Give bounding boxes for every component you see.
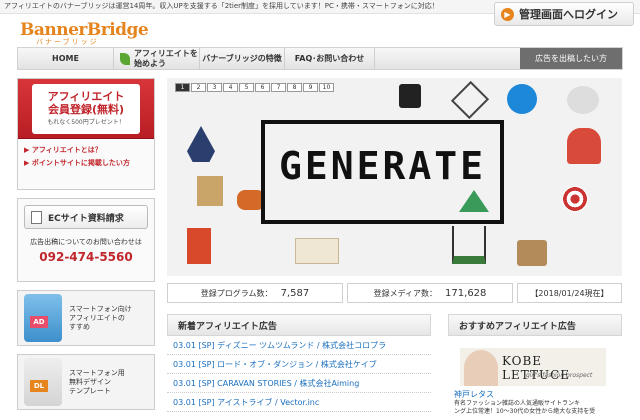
model-photo xyxy=(464,350,498,386)
product-chair-icon xyxy=(567,128,601,164)
new-ads-heading: 新着アフィリエイト広告 xyxy=(167,314,431,336)
stats-bar: 登録プログラム数： 7,587 登録メディア数： 171,628 【2018/01/… xyxy=(167,283,622,303)
new-ads-section: 新着アフィリエイト広告 03.01 [SP] ディズニー ツムツムランド / 株… xyxy=(167,314,431,412)
product-ball-icon xyxy=(567,86,599,114)
nav-faq[interactable]: FAQ･お問い合わせ xyxy=(285,48,375,69)
arrow-right-icon: ▶ xyxy=(501,7,514,21)
banner-tagline: girl's fashion prospect xyxy=(526,372,593,379)
kobe-lettuce-link[interactable]: 神戸レタス xyxy=(454,389,622,400)
signup-title-line1: アフィリエイト xyxy=(47,90,125,103)
link-what-is-affiliate-label: アフィリエイトとは？ xyxy=(31,146,102,154)
product-drawer-icon xyxy=(295,238,339,264)
ec-request-button[interactable]: ECサイト資料請求 xyxy=(24,205,148,229)
signup-box: アフィリエイト 会員登録(無料) もれなく500円プレゼント！ ▶ アフィリエイ… xyxy=(17,78,155,190)
nav-features[interactable]: バナーブリッジの特徴 xyxy=(200,48,285,69)
admin-login-label: 管理画面へログイン xyxy=(519,8,618,21)
smart-line1: スマートフォン向け xyxy=(69,304,132,313)
slide-page-5[interactable]: 5 xyxy=(239,83,254,92)
signup-subtitle: もれなく500円プレゼント！ xyxy=(47,119,125,126)
slide-page-1[interactable]: 1 xyxy=(175,83,190,92)
ec-inquiry-box: ECサイト資料請求 広告出稿についてのお問い合わせは 092-474-5560 xyxy=(17,198,155,282)
news-item[interactable]: 03.01 [SP] ロード・オブ・ダンジョン / 株式会社ケイブ xyxy=(167,355,431,374)
product-ship-icon xyxy=(187,126,215,162)
slide-page-6[interactable]: 6 xyxy=(255,83,270,92)
nav-advertise-button[interactable]: 広告を出稿したい方 xyxy=(520,48,622,69)
slide-pager: 1 2 3 4 5 6 7 8 9 10 xyxy=(175,83,334,92)
media-count-box: 登録メディア数： 171,628 xyxy=(347,283,513,303)
main-nav: HOME アフィリエイトを 始めよう バナーブリッジの特徴 FAQ･お問い合わせ … xyxy=(17,47,623,70)
ec-request-label: ECサイト資料請求 xyxy=(48,213,124,224)
program-count-box: 登録プログラム数： 7,587 xyxy=(167,283,343,303)
news-item[interactable]: 03.01 [SP] ディズニー ツムツムランド / 株式会社コロプラ xyxy=(167,336,431,355)
hero-slideshow[interactable]: 1 2 3 4 5 6 7 8 9 10 GENERATE xyxy=(167,78,622,276)
slide-page-4[interactable]: 4 xyxy=(223,83,238,92)
recommended-heading: おすすめアフィリエイト広告 xyxy=(448,314,622,336)
program-count-label: 登録プログラム数： xyxy=(200,288,273,298)
smartphone-icon: AD xyxy=(24,294,62,342)
smart-line2: アフィリエイトの xyxy=(69,313,125,322)
product-mug-icon xyxy=(399,84,421,108)
kobe-desc-line1: 有名ファッション雑誌の人気通販サイトランキ xyxy=(454,400,581,407)
news-item[interactable]: 03.01 [SP] CARAVAN STORIES / 株式会社Aiming xyxy=(167,374,431,393)
inquiry-text: 広告出稿についてのお問い合わせは xyxy=(30,238,142,246)
smartphone-affiliate-banner[interactable]: AD スマートフォン向け アフィリエイトの すすめ xyxy=(17,290,155,346)
signup-title-line2: 会員登録(無料) xyxy=(47,103,125,116)
product-stool-icon xyxy=(517,240,547,266)
beginner-leaf-icon xyxy=(120,52,130,65)
admin-login-button[interactable]: ▶ 管理画面へログイン xyxy=(494,2,634,26)
document-icon xyxy=(31,210,42,224)
signup-banner-inner: アフィリエイト 会員登録(無料) もれなく500円プレゼント！ xyxy=(32,83,140,134)
kobe-desc-line2: ング上位常連！10〜30代の女性から絶大な支持を受 xyxy=(454,408,596,415)
product-swing-icon xyxy=(452,226,486,264)
slide-page-9[interactable]: 9 xyxy=(303,83,318,92)
slide-page-3[interactable]: 3 xyxy=(207,83,222,92)
template-line3: テンプレート xyxy=(69,386,111,395)
product-clock-icon xyxy=(507,84,537,114)
product-chair2-icon xyxy=(187,228,211,264)
link-what-is-affiliate[interactable]: ▶ アフィリエイトとは？ xyxy=(18,145,154,155)
link-point-site[interactable]: ▶ ポイントサイトに掲載したい方 xyxy=(18,158,154,168)
signup-banner[interactable]: アフィリエイト 会員登録(無料) もれなく500円プレゼント！ xyxy=(18,79,154,139)
template-line2: 無料デザイン xyxy=(69,377,111,386)
dl-badge: DL xyxy=(30,380,48,392)
nav-affiliate-line2: 始めよう xyxy=(134,58,166,68)
program-count: 7,587 xyxy=(280,287,310,299)
phone-number: 092-474-5560 xyxy=(39,250,133,264)
news-item[interactable]: 03.01 [SP] アイストライブ / Vector.inc xyxy=(167,393,431,412)
media-count-label: 登録メディア数： xyxy=(373,288,438,298)
stats-date: 【2018/01/24現在】 xyxy=(517,283,622,303)
product-clock2-icon xyxy=(197,176,223,206)
product-lamp-icon xyxy=(450,80,490,120)
left-sidebar: アフィリエイト 会員登録(無料) もれなく500円プレゼント！ ▶ アフィリエイ… xyxy=(17,78,155,410)
smart-line3: すすめ xyxy=(69,322,90,331)
product-target-icon xyxy=(562,186,588,212)
template-icon: DL xyxy=(24,358,62,406)
slide-page-7[interactable]: 7 xyxy=(271,83,286,92)
nav-start-affiliate[interactable]: アフィリエイトを 始めよう xyxy=(114,48,200,69)
smartphone-template-banner[interactable]: DL スマートフォン用 無料デザイン テンプレート xyxy=(17,354,155,410)
slide-page-10[interactable]: 10 xyxy=(319,83,334,92)
template-line1: スマートフォン用 xyxy=(69,368,125,377)
nav-affiliate-line1: アフィリエイトを xyxy=(134,48,198,58)
media-count: 171,628 xyxy=(445,287,487,299)
nav-home[interactable]: HOME xyxy=(18,48,114,69)
slide-page-2[interactable]: 2 xyxy=(191,83,206,92)
slide-page-8[interactable]: 8 xyxy=(287,83,302,92)
recommended-section: おすすめアフィリエイト広告 KOBE LETTUCE girl's fashio… xyxy=(448,314,622,416)
link-point-site-label: ポイントサイトに掲載したい方 xyxy=(31,159,130,167)
ad-badge: AD xyxy=(30,316,48,328)
site-logo[interactable]: BannerBridge バナーブリッジ xyxy=(20,20,149,48)
kobe-lettuce-banner[interactable]: KOBE LETTUCE girl's fashion prospect xyxy=(460,348,606,386)
hero-title: GENERATE xyxy=(278,144,487,188)
